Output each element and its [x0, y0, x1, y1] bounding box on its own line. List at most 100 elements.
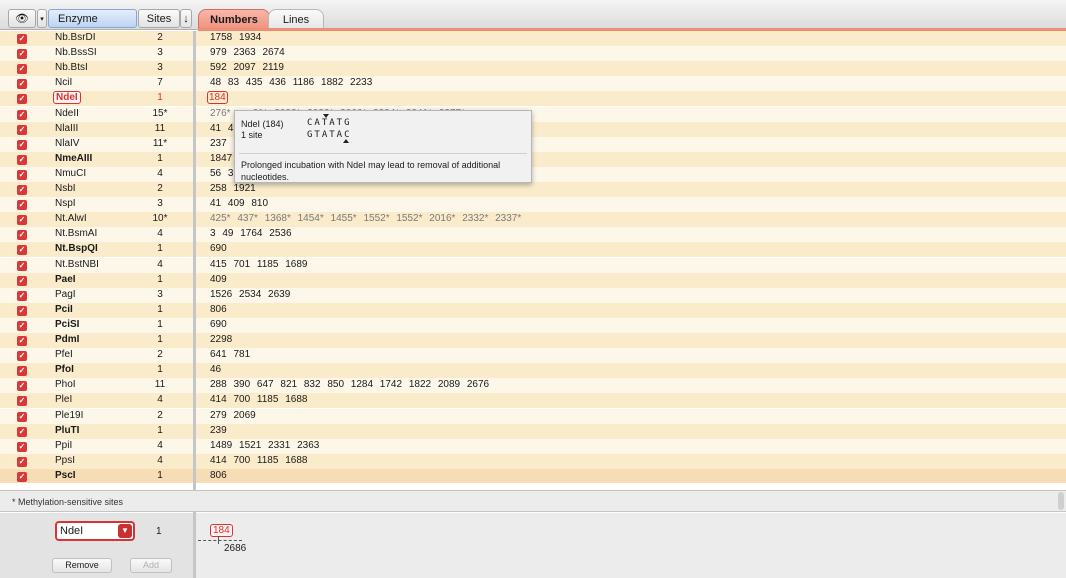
visibility-checkbox[interactable]: ✓	[17, 245, 27, 256]
enzyme-select[interactable]: NdeI ▼	[55, 521, 135, 541]
sort-button[interactable]: ↓	[180, 9, 192, 28]
tab-lines[interactable]: Lines	[268, 9, 324, 30]
enzyme-cut-positions[interactable]: 288 390 647 821 832 850 1284 1742 1822 2…	[210, 379, 489, 390]
enzyme-cut-positions[interactable]: 641 781	[210, 349, 250, 360]
table-row[interactable]: ✓ NmeAIII 1 1847	[0, 151, 1066, 167]
enzyme-cut-positions[interactable]: 1489 1521 2331 2363	[210, 440, 319, 451]
visibility-checkbox[interactable]: ✓	[17, 79, 27, 90]
enzyme-cut-positions[interactable]: 425* 437* 1368* 1454* 1455* 1552* 1552* …	[210, 213, 521, 224]
table-row[interactable]: ✓ Nb.BsrDI 2 1758 1934	[0, 31, 1066, 46]
table-row[interactable]: ✓ NciI 7 48 83 435 436 1186 1882 2233	[0, 76, 1066, 92]
table-row[interactable]: ✓NlaIII1141 4 ... 43	[0, 121, 1066, 137]
table-row[interactable]: ✓NdeII15*276* ... 61* 2002* 2020* 2066* …	[0, 106, 1066, 122]
visibility-checkbox[interactable]: ✓	[17, 426, 27, 437]
table-row[interactable]: ✓ PfeI 2 641 781	[0, 348, 1066, 364]
enzyme-cut-positions[interactable]: 279 2069	[210, 410, 256, 421]
table-row[interactable]: ✓ Nt.AlwI 10* 425* 437* 1368* 1454* 1455* 1…	[0, 212, 1066, 228]
enzyme-cut-positions[interactable]: 415 701 1185 1689	[210, 259, 307, 270]
visibility-checkbox[interactable]: ✓	[17, 139, 27, 150]
table-row[interactable]: ✓ NmuCI 4 56 3	[0, 166, 1066, 182]
enzyme-cut-positions[interactable]: 806	[210, 304, 227, 315]
table-row[interactable]: ✓ NdeI 1 184	[0, 91, 1066, 107]
visibility-checkbox[interactable]: ✓	[17, 290, 27, 301]
enzyme-cut-positions[interactable]: 2298	[210, 334, 232, 345]
table-row[interactable]: ✓ Nb.BssSI 3 979 2363 2674	[0, 46, 1066, 62]
enzyme-cut-positions[interactable]: 979 2363 2674	[210, 47, 285, 58]
table-row[interactable]: ✓ PpsI 4 414 700 1185 1688	[0, 453, 1066, 469]
enzyme-cut-positions[interactable]: 56 3	[210, 168, 233, 179]
visibility-toggle-button[interactable]: 👁	[8, 9, 36, 28]
table-row[interactable]: ✓ PluTI 1 239	[0, 423, 1066, 439]
visibility-checkbox[interactable]: ✓	[17, 124, 27, 135]
visibility-checkbox[interactable]: ✓	[17, 94, 27, 105]
table-row[interactable]: ✓NlaIV11*237 ... 85	[0, 136, 1066, 152]
table-row[interactable]: ✓ NspI 3 41 409 810	[0, 197, 1066, 213]
visibility-checkbox[interactable]: ✓	[17, 109, 27, 120]
sites-column-header[interactable]: Sites	[138, 9, 180, 28]
table-row[interactable]: ✓ Ple19I 2 279 2069	[0, 408, 1066, 424]
visibility-checkbox[interactable]: ✓	[17, 260, 27, 271]
visibility-checkbox[interactable]: ✓	[17, 200, 27, 211]
table-row[interactable]: ✓ PleI 4 414 700 1185 1688	[0, 393, 1066, 409]
map-sequence-line	[198, 540, 242, 541]
table-row[interactable]: ✓ PagI 3 1526 2534 2639	[0, 287, 1066, 303]
enzyme-cut-positions[interactable]: 690	[210, 319, 227, 330]
enzyme-cut-positions[interactable]: 690	[210, 243, 227, 254]
table-row[interactable]: ✓ PdmI 1 2298	[0, 333, 1066, 348]
table-row[interactable]: ✓ Nt.BsmAI 4 3 49 1764 2536	[0, 227, 1066, 243]
enzyme-cut-positions[interactable]: 46	[210, 364, 221, 375]
visibility-checkbox[interactable]: ✓	[17, 351, 27, 362]
map-site-position[interactable]: 184	[210, 524, 233, 537]
enzyme-column-header[interactable]: Enzyme	[48, 9, 137, 28]
table-row[interactable]: ✓ PciSI 1 690	[0, 317, 1066, 333]
enzyme-cut-positions[interactable]: 184	[207, 91, 228, 105]
visibility-checkbox[interactable]: ✓	[17, 366, 27, 377]
visibility-checkbox[interactable]: ✓	[17, 471, 27, 482]
visibility-checkbox[interactable]: ✓	[17, 215, 27, 226]
visibility-checkbox[interactable]: ✓	[17, 336, 27, 346]
visibility-checkbox[interactable]: ✓	[17, 381, 27, 392]
table-row[interactable]: ✓ Nb.BtsI 3 592 2097 2119	[0, 61, 1066, 77]
table-row[interactable]: ✓ PpiI 4 1489 1521 2331 2363	[0, 438, 1066, 454]
enzyme-cut-positions[interactable]: 414 700 1185 1688	[210, 394, 307, 405]
table-row[interactable]: ✓ PciI 1 806	[0, 302, 1066, 318]
table-row[interactable]: ✓ Nt.BspQI 1 690	[0, 242, 1066, 258]
add-button[interactable]: Add	[130, 558, 172, 573]
visibility-checkbox[interactable]: ✓	[17, 34, 27, 44]
enzyme-cut-positions[interactable]: 414 700 1185 1688	[210, 455, 307, 466]
enzyme-cut-positions[interactable]: 239	[210, 425, 227, 436]
visibility-checkbox[interactable]: ✓	[17, 456, 27, 467]
visibility-menu-button[interactable]: ▾	[37, 9, 47, 28]
visibility-checkbox[interactable]: ✓	[17, 185, 27, 195]
table-row[interactable]: ✓ PfoI 1 46	[0, 363, 1066, 379]
enzyme-cut-positions[interactable]: 258 1921	[210, 183, 256, 194]
enzyme-cut-positions[interactable]: 409	[210, 274, 227, 285]
table-row[interactable]: ✓ Nt.BstNBI 4 415 701 1185 1689	[0, 257, 1066, 273]
visibility-checkbox[interactable]: ✓	[17, 441, 27, 452]
tab-numbers[interactable]: Numbers	[198, 9, 270, 30]
enzyme-cut-positions[interactable]: 1758 1934	[210, 32, 261, 43]
visibility-checkbox[interactable]: ✓	[17, 305, 27, 316]
enzyme-cut-positions[interactable]: 592 2097 2119	[210, 62, 284, 73]
visibility-checkbox[interactable]: ✓	[17, 275, 27, 286]
visibility-checkbox[interactable]: ✓	[17, 169, 27, 180]
visibility-checkbox[interactable]: ✓	[17, 49, 27, 60]
remove-button[interactable]: Remove	[52, 558, 112, 573]
table-row[interactable]: ✓ PscI 1 806	[0, 468, 1066, 483]
enzyme-cut-positions[interactable]: 806	[210, 470, 227, 481]
visibility-checkbox[interactable]: ✓	[17, 396, 27, 407]
visibility-checkbox[interactable]: ✓	[17, 154, 27, 165]
scrollbar[interactable]	[1058, 492, 1064, 510]
table-row[interactable]: ✓ PaeI 1 409	[0, 272, 1066, 288]
enzyme-cut-positions[interactable]: 48 83 435 436 1186 1882 2233	[210, 77, 372, 88]
table-row[interactable]: ✓ PhoI 11 288 390 647 821 832 850 1284 1742…	[0, 378, 1066, 394]
enzyme-cut-positions[interactable]: 3 49 1764 2536	[210, 228, 292, 239]
enzyme-cut-positions[interactable]: 41 409 810	[210, 198, 268, 209]
visibility-checkbox[interactable]: ✓	[17, 64, 27, 75]
visibility-checkbox[interactable]: ✓	[17, 230, 27, 241]
enzyme-cut-positions[interactable]: 1526 2534 2639	[210, 289, 290, 300]
visibility-checkbox[interactable]: ✓	[17, 411, 27, 422]
visibility-checkbox[interactable]: ✓	[17, 320, 27, 331]
enzyme-cut-positions[interactable]: 1847	[210, 153, 232, 164]
table-row[interactable]: ✓ NsbI 2 258 1921	[0, 182, 1066, 197]
